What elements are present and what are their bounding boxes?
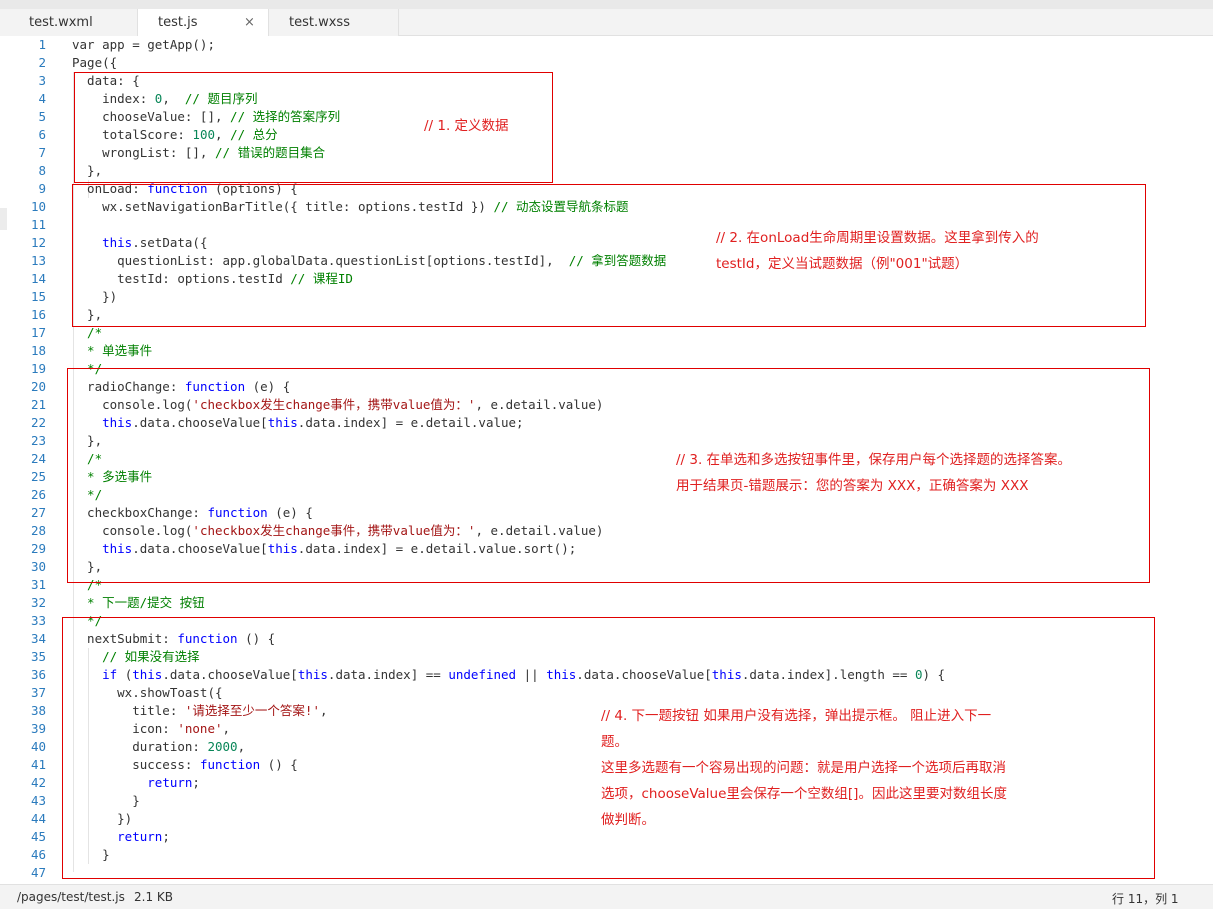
code-token: * 下一题/提交 按钮 bbox=[72, 595, 205, 610]
line-number: 6 bbox=[38, 127, 46, 142]
line-number: 15 bbox=[30, 289, 46, 304]
annotation-line: 做判断。 bbox=[601, 812, 655, 828]
line-number: 2 bbox=[38, 55, 46, 70]
code-line[interactable]: 1 var app = getApp(); bbox=[0, 36, 1213, 54]
line-number: 27 bbox=[30, 505, 46, 520]
line-number: 37 bbox=[30, 685, 46, 700]
annotation-line: 题。 bbox=[601, 734, 628, 750]
line-number: 7 bbox=[38, 145, 46, 160]
line-number: 17 bbox=[30, 325, 46, 340]
line-number: 47 bbox=[30, 865, 46, 880]
code-line[interactable]: 32 * 下一题/提交 按钮 bbox=[0, 594, 1213, 612]
tab-bar: test.wxml test.js × test.wxss bbox=[0, 0, 1213, 37]
tab-test-wxml[interactable]: test.wxml bbox=[0, 9, 138, 36]
cursor-position: 行 11，列 1 bbox=[1112, 892, 1179, 906]
code-text: var app = getApp(); bbox=[72, 36, 215, 54]
line-number: 39 bbox=[30, 721, 46, 736]
line-number: 38 bbox=[30, 703, 46, 718]
line-number: 36 bbox=[30, 667, 46, 682]
line-number: 45 bbox=[30, 829, 46, 844]
line-number: 10 bbox=[30, 199, 46, 214]
line-number: 30 bbox=[30, 559, 46, 574]
tab-label: test.wxml bbox=[29, 15, 93, 30]
line-number: 33 bbox=[30, 613, 46, 628]
line-number: 42 bbox=[30, 775, 46, 790]
code-token: Page({ bbox=[72, 55, 118, 70]
annotation-text-2: // 2. 在onLoad生命周期里设置数据。这里拿到传入的 testId，定义… bbox=[716, 225, 1136, 277]
code-token: * 单选事件 bbox=[72, 343, 153, 358]
line-number: 32 bbox=[30, 595, 46, 610]
line-number: 40 bbox=[30, 739, 46, 754]
line-number: 18 bbox=[30, 343, 46, 358]
code-line[interactable]: 18 * 单选事件 bbox=[0, 342, 1213, 360]
code-token: var app = getApp(); bbox=[72, 37, 215, 52]
tab-test-js[interactable]: test.js × bbox=[138, 9, 269, 37]
line-number: 3 bbox=[38, 73, 46, 88]
code-text: * 单选事件 bbox=[72, 342, 152, 360]
tab-label: test.wxss bbox=[289, 15, 350, 30]
line-number: 12 bbox=[30, 235, 46, 250]
line-number: 43 bbox=[30, 793, 46, 808]
annotation-line: testId，定义当试题数据（例"001"试题） bbox=[716, 256, 969, 272]
line-number: 5 bbox=[38, 109, 46, 124]
code-text: Page({ bbox=[72, 54, 117, 72]
tab-label: test.js bbox=[158, 15, 198, 30]
line-number: 24 bbox=[30, 451, 46, 466]
tab-test-wxss[interactable]: test.wxss bbox=[269, 9, 399, 36]
line-number: 26 bbox=[30, 487, 46, 502]
line-number: 22 bbox=[30, 415, 46, 430]
annotation-text-4: // 4. 下一题按钮 如果用户没有选择，弹出提示框。 阻止进入下一 题。 这里… bbox=[601, 703, 1071, 833]
line-number: 9 bbox=[38, 181, 46, 196]
line-number: 34 bbox=[30, 631, 46, 646]
line-number: 31 bbox=[30, 577, 46, 592]
line-number: 16 bbox=[30, 307, 46, 322]
line-number: 19 bbox=[30, 361, 46, 376]
code-token: /* bbox=[72, 325, 103, 340]
line-number: 46 bbox=[30, 847, 46, 862]
line-number: 41 bbox=[30, 757, 46, 772]
line-number: 14 bbox=[30, 271, 46, 286]
line-number: 25 bbox=[30, 469, 46, 484]
line-number: 20 bbox=[30, 379, 46, 394]
file-path: /pages/test/test.js bbox=[17, 890, 125, 904]
line-number: 35 bbox=[30, 649, 46, 664]
annotation-line: // 2. 在onLoad生命周期里设置数据。这里拿到传入的 bbox=[716, 230, 1039, 246]
line-number: 4 bbox=[38, 91, 46, 106]
code-text: * 下一题/提交 按钮 bbox=[72, 594, 205, 612]
annotation-line: // 3. 在单选和多选按钮事件里，保存用户每个选择题的选择答案。 bbox=[676, 452, 1072, 468]
annotation-text-1: // 1. 定义数据 bbox=[424, 118, 509, 134]
status-bar: /pages/test/test.js 2.1 KB 行 11，列 1 bbox=[0, 884, 1213, 909]
annotation-line: 这里多选题有一个容易出现的问题：就是用户选择一个选项后再取消 bbox=[601, 760, 1006, 776]
line-number: 23 bbox=[30, 433, 46, 448]
annotation-line: // 4. 下一题按钮 如果用户没有选择，弹出提示框。 阻止进入下一 bbox=[601, 708, 992, 724]
annotation-line: 用于结果页-错题展示：您的答案为 XXX，正确答案为 XXX bbox=[676, 478, 1029, 494]
line-number: 21 bbox=[30, 397, 46, 412]
annotation-text-3: // 3. 在单选和多选按钮事件里，保存用户每个选择题的选择答案。 用于结果页-… bbox=[676, 447, 1146, 499]
line-number: 11 bbox=[30, 217, 46, 232]
file-size: 2.1 KB bbox=[134, 890, 173, 904]
line-number: 44 bbox=[30, 811, 46, 826]
line-number: 29 bbox=[30, 541, 46, 556]
line-number: 28 bbox=[30, 523, 46, 538]
line-number: 8 bbox=[38, 163, 46, 178]
code-line[interactable]: 2 Page({ bbox=[0, 54, 1213, 72]
annotation-line: 选项，chooseValue里会保存一个空数组[]。因此这里要对数组长度 bbox=[601, 786, 1007, 802]
line-number: 1 bbox=[38, 37, 46, 52]
line-number: 13 bbox=[30, 253, 46, 268]
close-icon[interactable]: × bbox=[244, 9, 255, 36]
